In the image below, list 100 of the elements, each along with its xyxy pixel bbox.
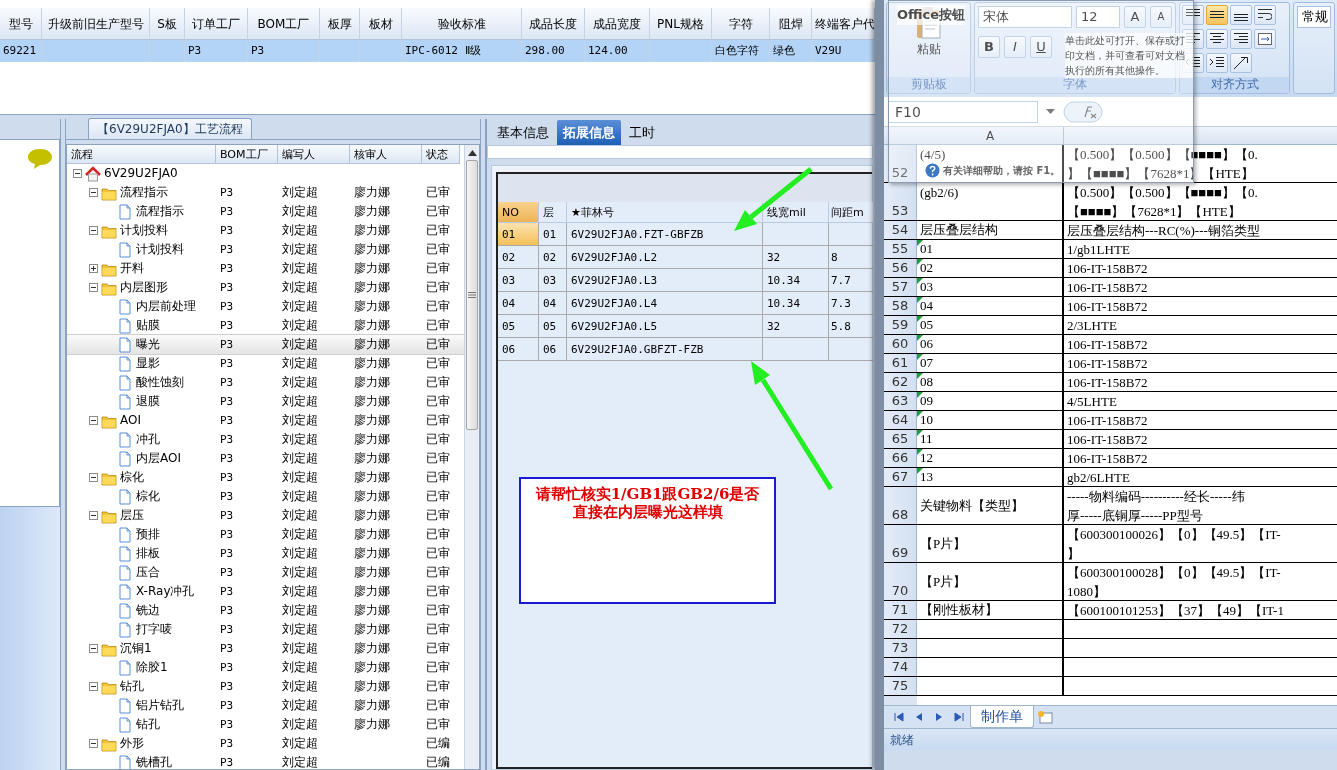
tree-item-label[interactable]: 内层AOI [136, 449, 181, 468]
tree-row[interactable]: 铣槽孔 P3 刘定超 已编 [67, 753, 464, 769]
tree-row[interactable]: 流程指示 P3 刘定超 廖力娜 已审 [67, 202, 464, 221]
row-number[interactable]: 55 [884, 240, 917, 258]
worksheet-grid[interactable] [884, 127, 1337, 705]
tree-row[interactable]: 铝片钻孔 P3 刘定超 廖力娜 已审 [67, 696, 464, 715]
column-header[interactable]: 状态 [422, 145, 460, 164]
size-field[interactable]: 12 [1075, 6, 1120, 28]
previous-icon[interactable] [914, 712, 924, 722]
tree-item-label[interactable]: 层压 [120, 506, 144, 525]
row-number[interactable]: 52 [884, 145, 917, 182]
tree-row[interactable]: 排板 P3 刘定超 廖力娜 已审 [67, 544, 464, 563]
column-header[interactable]: PNL规格 [650, 8, 712, 40]
align-button[interactable] [1229, 5, 1252, 25]
row-number[interactable]: 63 [884, 392, 917, 410]
scroll-up-icon[interactable] [467, 150, 477, 156]
tree-item-label[interactable]: 排板 [136, 544, 160, 563]
tree-item-label[interactable]: 铣边 [136, 601, 160, 620]
tree-item-label[interactable]: 棕化 [136, 487, 160, 506]
align-button[interactable] [1205, 29, 1228, 49]
expand-toggle[interactable] [89, 264, 98, 273]
tree-item-label[interactable]: 计划投料 [120, 221, 168, 240]
tree-row[interactable]: 冲孔 P3 刘定超 廖力娜 已审 [67, 430, 464, 449]
tree-row[interactable]: 铣边 P3 刘定超 廖力娜 已审 [67, 601, 464, 620]
row-number[interactable]: 68 [884, 487, 917, 524]
tree-row[interactable]: 显影 P3 刘定超 廖力娜 已审 [67, 354, 464, 373]
row-number[interactable]: 69 [884, 525, 917, 562]
row-number[interactable]: 57 [884, 278, 917, 296]
column-header[interactable]: 字符 [712, 8, 770, 40]
align-button[interactable] [1181, 5, 1204, 25]
tree-item-label[interactable]: 6V29U2FJA0 [104, 164, 178, 183]
row-number[interactable]: 53 [884, 183, 917, 220]
tree-row[interactable]: 内层AOI P3 刘定超 廖力娜 已审 [67, 449, 464, 468]
tree-row[interactable]: 贴膜 P3 刘定超 廖力娜 已审 [67, 316, 464, 335]
tree-row[interactable]: 酸性蚀刻 P3 刘定超 廖力娜 已审 [67, 373, 464, 392]
row-number[interactable]: 70 [884, 563, 917, 600]
tree-item-label[interactable]: 钻孔 [136, 715, 160, 734]
tree-item-label[interactable]: 钻孔 [120, 677, 144, 696]
column-header[interactable]: 流程 [67, 145, 216, 164]
expand-toggle[interactable] [89, 473, 98, 482]
tab[interactable]: 拓展信息 [557, 119, 621, 145]
tree-row[interactable]: 计划投料 P3 刘定超 廖力娜 已审 [67, 240, 464, 259]
style-button[interactable]: U [1030, 36, 1052, 58]
tree-row[interactable]: AOI P3 刘定超 廖力娜 已审 [67, 411, 464, 430]
tree-item-label[interactable]: 除胶1 [136, 658, 168, 677]
row-number[interactable]: 71 [884, 601, 917, 619]
tree-row[interactable]: 层压 P3 刘定超 廖力娜 已审 [67, 506, 464, 525]
tree-item-label[interactable]: 开料 [120, 259, 144, 278]
row-number[interactable]: 56 [884, 259, 917, 277]
row-number[interactable]: 58 [884, 297, 917, 315]
scrollbar-thumb[interactable] [466, 160, 478, 430]
tree-item-label[interactable]: X-Ray冲孔 [136, 582, 195, 601]
row-number[interactable]: 67 [884, 468, 917, 486]
name-box[interactable]: F10 [888, 100, 1038, 123]
column-header[interactable]: 成品宽度 [585, 8, 650, 40]
tree-item-label[interactable]: 预排 [136, 525, 160, 544]
column-header[interactable]: 验收标准 [402, 8, 522, 40]
tree-row[interactable]: 沉铜1 P3 刘定超 廖力娜 已审 [67, 639, 464, 658]
tree-item-label[interactable]: 流程指示 [136, 202, 184, 221]
tree-row[interactable]: 流程指示 P3 刘定超 廖力娜 已审 [67, 183, 464, 202]
column-header[interactable]: 成品长度 [522, 8, 585, 40]
sheet-tab[interactable]: 制作单 [970, 706, 1034, 728]
tree-item-label[interactable]: 流程指示 [120, 183, 168, 202]
tree-item-label[interactable]: 压合 [136, 563, 160, 582]
expand-toggle[interactable] [89, 644, 98, 653]
tree-row[interactable]: 内层图形 P3 刘定超 廖力娜 已审 [67, 278, 464, 297]
expand-toggle[interactable] [89, 188, 98, 197]
next-icon[interactable] [934, 712, 944, 722]
panel-tab[interactable]: 【6V29U2FJA0】工艺流程 [88, 118, 252, 139]
tree-row[interactable]: 打字唛 P3 刘定超 廖力娜 已审 [67, 620, 464, 639]
row-number[interactable]: 74 [884, 658, 917, 676]
column-header[interactable]: 阻焊 [770, 8, 812, 40]
tree-row[interactable]: 曝光 P3 刘定超 廖力娜 已审 [67, 335, 464, 354]
column-header[interactable]: 板厚 [320, 8, 360, 40]
tab[interactable]: 工时 [623, 119, 661, 145]
grow-font-button[interactable]: A [1123, 6, 1146, 28]
row-number[interactable]: 72 [884, 620, 917, 638]
row-number[interactable]: 60 [884, 335, 917, 353]
align-button[interactable] [1229, 53, 1252, 73]
column-header[interactable]: BOM工厂 [216, 145, 278, 164]
column-header[interactable]: BOM工厂 [248, 8, 320, 40]
column-header[interactable]: ★菲林号 [567, 202, 763, 223]
column-header[interactable]: 线宽mil [763, 202, 829, 223]
column-header[interactable]: 订单工厂 [185, 8, 248, 40]
expand-toggle[interactable] [73, 169, 82, 178]
row-number[interactable]: 61 [884, 354, 917, 372]
tree-item-label[interactable]: 酸性蚀刻 [136, 373, 184, 392]
row-number[interactable]: 59 [884, 316, 917, 334]
tree-item-label[interactable]: 内层图形 [120, 278, 168, 297]
tree-row[interactable]: 内层前处理 P3 刘定超 廖力娜 已审 [67, 297, 464, 316]
align-button[interactable] [1205, 53, 1228, 73]
tree-row[interactable]: 钻孔 P3 刘定超 廖力娜 已审 [67, 715, 464, 734]
function-icon[interactable] [1063, 100, 1103, 123]
tree-item-label[interactable]: 铝片钻孔 [136, 696, 184, 715]
tree-row[interactable]: 外形 P3 刘定超 已编 [67, 734, 464, 753]
column-header[interactable]: 型号 [0, 8, 42, 40]
row-number[interactable]: 65 [884, 430, 917, 448]
column-header[interactable]: 板材 [360, 8, 402, 40]
align-button[interactable] [1229, 29, 1252, 49]
tree-item-label[interactable]: 铣槽孔 [136, 753, 172, 769]
